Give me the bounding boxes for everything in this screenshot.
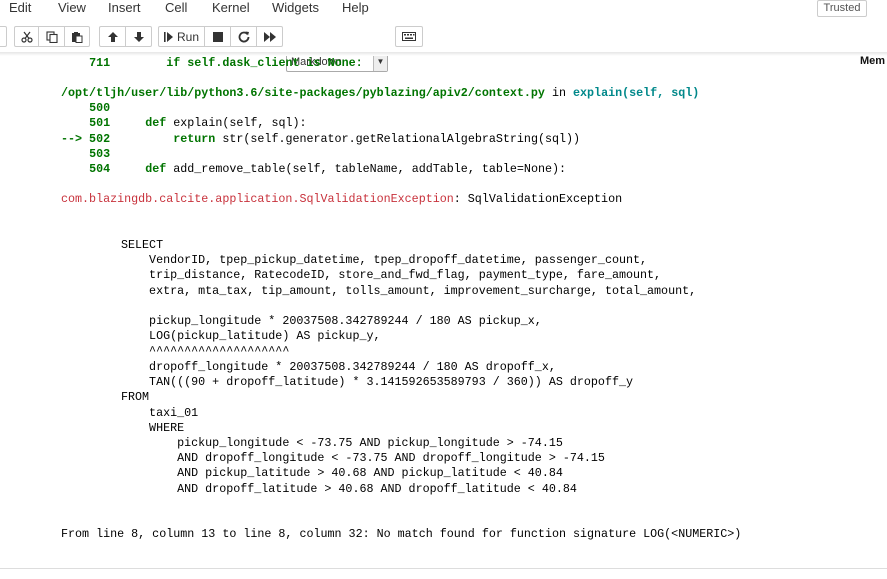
sql-line: SELECT (121, 238, 164, 252)
sql-line: pickup_longitude < -73.75 AND pickup_lon… (121, 436, 563, 450)
sql-line: pickup_longitude * 20037508.342789244 / … (121, 314, 542, 328)
restart-run-all-button[interactable] (256, 26, 283, 47)
menu-view[interactable]: View (58, 0, 86, 16)
sql-line: AND dropoff_latitude > 40.68 AND dropoff… (121, 482, 577, 496)
traceback-line-502: --> 502 return str(self.generator.getRel… (61, 132, 581, 146)
run-button[interactable]: Run (158, 26, 205, 47)
traceback-frame-header: /opt/tljh/user/lib/python3.6/site-packag… (61, 86, 700, 100)
traceback-line-504: 504 def add_remove_table(self, tableName… (89, 162, 567, 176)
traceback-line-711: 711 if self.dask_client is None: (89, 56, 363, 70)
run-label: Run (176, 29, 199, 44)
menu-help[interactable]: Help (342, 0, 369, 16)
sql-line: TAN(((90 + dropoff_latitude) * 3.1415926… (121, 375, 633, 389)
command-palette-button[interactable] (395, 26, 423, 47)
menu-kernel[interactable]: Kernel (212, 0, 250, 16)
restart-button[interactable] (230, 26, 257, 47)
sql-error-marker: ^^^^^^^^^^^^^^^^^^^^ (121, 344, 290, 358)
exception-line: com.blazingdb.calcite.application.SqlVal… (61, 192, 622, 207)
paste-icon (71, 31, 83, 43)
copy-icon (45, 30, 58, 43)
sql-line: LOG(pickup_latitude) AS pickup_y, (121, 329, 381, 343)
cell-output: 711 if self.dask_client is None: /opt/tl… (0, 56, 887, 568)
cut-button[interactable] (14, 26, 39, 47)
stop-icon (212, 31, 223, 42)
traceback-function: explain(self, sql) (573, 86, 700, 100)
interrupt-button[interactable] (204, 26, 231, 47)
trusted-badge[interactable]: Trusted (817, 0, 867, 17)
sql-line: AND pickup_latitude > 40.68 AND pickup_l… (121, 466, 563, 480)
traceback-file-path: /opt/tljh/user/lib/python3.6/site-packag… (61, 86, 545, 100)
traceback-line-503: 503 (89, 147, 111, 161)
sql-line: taxi_01 (121, 406, 199, 420)
paste-button[interactable] (64, 26, 90, 47)
exception-message: : SqlValidationException (453, 192, 623, 206)
traceback-line-501: 501 def explain(self, sql): (89, 116, 307, 130)
sql-line: AND dropoff_longitude < -73.75 AND dropo… (121, 451, 605, 465)
keyboard-icon (402, 32, 416, 41)
save-button[interactable] (0, 26, 7, 47)
error-footer: From line 8, column 13 to line 8, column… (61, 527, 742, 541)
cell-divider (0, 568, 887, 569)
sql-line: FROM (121, 390, 150, 404)
run-icon (163, 31, 173, 42)
menu-insert[interactable]: Insert (108, 0, 141, 16)
move-up-button[interactable] (99, 26, 126, 47)
menu-cell[interactable]: Cell (165, 0, 187, 16)
restart-icon (238, 31, 250, 43)
sql-line: extra, mta_tax, tip_amount, tolls_amount… (121, 284, 697, 298)
scissors-icon (20, 31, 33, 43)
copy-button[interactable] (38, 26, 65, 47)
menu-bar: Edit View Insert Cell Kernel Widgets Hel… (0, 0, 887, 17)
move-down-button[interactable] (125, 26, 152, 47)
sql-line: WHERE (121, 421, 185, 435)
menu-edit[interactable]: Edit (9, 0, 31, 16)
traceback-line-500: 500 (89, 101, 111, 115)
sql-line: VendorID, tpep_pickup_datetime, tpep_dro… (121, 253, 648, 267)
arrow-up-icon (107, 31, 119, 43)
toolbar: Run Markdown ▼ Mem (0, 24, 887, 72)
fast-forward-icon (263, 31, 276, 42)
sql-line: dropoff_longitude * 20037508.342789244 /… (121, 360, 556, 374)
exception-class: com.blazingdb.calcite.application.SqlVal… (61, 192, 454, 206)
arrow-down-icon (133, 31, 145, 43)
sql-line: trip_distance, RatecodeID, store_and_fwd… (121, 268, 662, 282)
menu-widgets[interactable]: Widgets (272, 0, 319, 16)
